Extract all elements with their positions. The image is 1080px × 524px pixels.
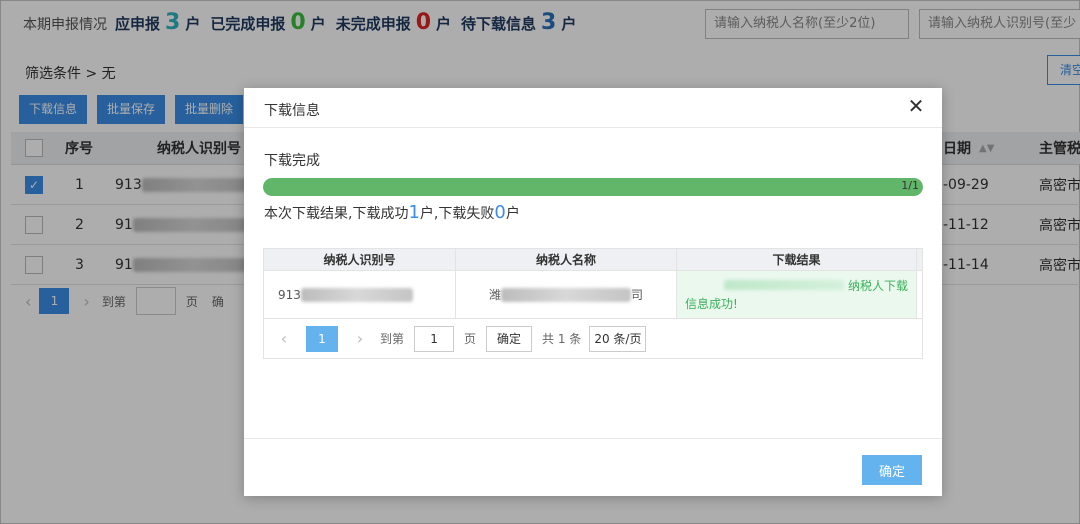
download-status: 下载完成: [264, 153, 320, 169]
cell-download-result: 纳税人下载 信息成功!: [677, 271, 917, 318]
download-progress-bar: 1/1: [263, 178, 923, 196]
table-row: 913 潍司 纳税人下载 信息成功!: [264, 270, 922, 318]
goto-label: 到第: [380, 332, 405, 346]
result-table-header: 纳税人识别号 纳税人名称 下载结果: [264, 249, 922, 270]
dialog-header: 下载信息 ✕: [244, 88, 942, 128]
success-count: 1: [408, 202, 420, 223]
header-tax-id: 纳税人识别号: [264, 249, 456, 270]
failed-count: 0: [494, 202, 506, 223]
download-result-summary: 本次下载结果,下载成功1户,下载失败0户: [264, 202, 520, 223]
dialog-footer: 确定: [244, 438, 942, 496]
progress-fill: [263, 178, 923, 196]
prev-page-icon[interactable]: ‹: [276, 329, 292, 348]
next-page-icon[interactable]: ›: [352, 329, 368, 348]
page-size-select[interactable]: 20 条/页: [589, 325, 647, 352]
goto-confirm-button[interactable]: 确定: [486, 325, 533, 352]
confirm-button[interactable]: 确定: [862, 455, 922, 485]
goto-page-input[interactable]: 1: [414, 325, 455, 352]
result-table: 纳税人识别号 纳税人名称 下载结果 913 潍司 纳税人下载 信息成功! ‹ 1…: [263, 248, 923, 359]
total-count: 共 1 条: [542, 332, 582, 346]
page-unit-label: 页: [464, 332, 477, 346]
redacted-text: [724, 280, 845, 290]
close-icon[interactable]: ✕: [906, 96, 926, 116]
cell-tax-id: 913: [264, 271, 456, 318]
download-info-dialog: 下载信息 ✕ 下载完成 1/1 本次下载结果,下载成功1户,下载失败0户 纳税人…: [244, 88, 942, 496]
dialog-title: 下载信息: [264, 103, 320, 119]
progress-label: 1/1: [901, 179, 919, 192]
redacted-text: [300, 287, 413, 302]
result-pagination: ‹ 1 › 到第 1 页 确定 共 1 条 20 条/页: [264, 318, 922, 358]
header-download-result: 下载结果: [677, 249, 917, 270]
redacted-text: [501, 287, 631, 302]
page-button[interactable]: 1: [306, 325, 338, 352]
cell-taxpayer-name: 潍司: [456, 271, 677, 318]
header-taxpayer-name: 纳税人名称: [456, 249, 677, 270]
